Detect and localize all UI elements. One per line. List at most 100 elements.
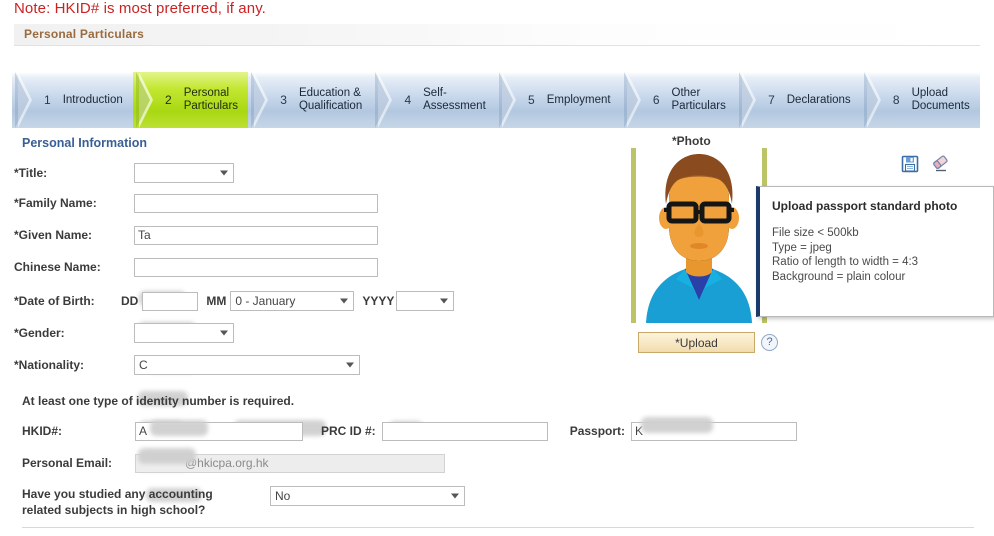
personal-email-value: @hkicpa.org.hk [185,455,269,470]
personal-information-heading: Personal Information [22,136,148,150]
personal-email-label: Personal Email: [22,456,113,470]
wizard-step-bar: 1 Introduction 2 Personal Particulars 3 … [12,72,980,128]
given-name-input[interactable]: Ta [134,225,378,245]
dob-month-value: 0 - January [235,294,296,308]
chevron-notch-icon [499,72,524,128]
wizard-step-7-declarations[interactable]: 7 Declarations [736,72,861,128]
chevron-down-icon [340,298,349,304]
accounting-subjects-value: No [275,489,291,503]
chevron-notch-icon [136,72,161,128]
dob-month-select[interactable]: 0 - January [230,291,355,311]
step-number: 4 [404,93,412,107]
field-row-nationality: *Nationality: C [14,354,360,376]
nationality-label: *Nationality: [14,358,85,372]
chevron-notch-icon [739,72,764,128]
personal-email-input: @hkicpa.org.hk [135,453,445,473]
chevron-down-icon [440,298,449,304]
gender-select[interactable] [134,323,234,343]
passport-value: K [635,423,644,438]
step-label: Introduction [62,93,123,106]
field-row-chinese-name: Chinese Name: [14,256,378,278]
step-label: Self- Assessment [423,87,486,112]
chevron-notch-icon [15,72,40,128]
step-label: Declarations [786,93,851,106]
hkid-value: A [139,423,148,438]
step-number: 3 [280,93,287,107]
wizard-step-1-introduction[interactable]: 1 Introduction [12,72,133,128]
photo-label: *Photo [672,134,711,148]
hkid-input[interactable]: A [135,421,303,441]
field-row-gender: *Gender: [14,322,234,344]
passport-label: Passport: [569,424,626,438]
chevron-notch-icon [375,72,400,128]
step-number: 2 [165,93,172,107]
field-row-given-name: *Given Name: Ta [14,224,378,246]
step-label: Education & Qualification [298,87,363,112]
chevron-notch-icon [623,72,649,128]
chevron-notch-icon [863,72,889,128]
chevron-down-icon [220,330,228,336]
dob-day-input[interactable] [142,291,199,311]
dd-prefix-label: DD [121,294,139,308]
step-number: 6 [652,93,660,107]
date-of-birth-label: *Date of Birth: [14,294,95,308]
yyyy-prefix-label: YYYY [362,294,395,308]
section-title-bar: Personal Particulars [14,24,980,46]
chinese-name-input[interactable] [134,257,378,277]
hkid-label: HKID#: [22,424,63,438]
bottom-divider [22,527,974,528]
wizard-step-6-other-particulars[interactable]: 6 Other Particulars [621,72,736,128]
identity-requirement-note: At least one type of identity number is … [22,394,295,408]
eraser-icon[interactable] [931,154,949,172]
dob-year-select[interactable] [396,291,455,311]
photo-requirements-tooltip: Upload passport standard photo File size… [756,186,994,317]
upload-photo-button[interactable]: *Upload [638,332,755,353]
step-label: Employment [546,93,611,106]
step-label: Personal Particulars [183,87,239,112]
step-number: 7 [768,93,775,107]
family-name-label: *Family Name: [14,196,97,210]
help-question-icon[interactable]: ? [761,334,778,351]
nationality-value: C [139,358,148,372]
mm-prefix-label: MM [206,294,227,308]
title-label: *Title: [14,166,48,180]
given-name-value: Ta [138,227,151,242]
avatar [631,148,767,323]
passport-photo-illustration [636,148,762,323]
wizard-step-2-personal-particulars[interactable]: 2 Personal Particulars [133,72,249,128]
step-label: Upload Documents [911,87,970,112]
field-row-personal-email: Personal Email: @hkicpa.org.hk [22,452,445,474]
save-floppy-icon[interactable] [901,155,919,173]
tooltip-line-ratio: Ratio of length to width = 4:3 [772,256,919,268]
step-number: 8 [892,93,900,107]
wizard-step-3-education-qualification[interactable]: 3 Education & Qualification [248,72,372,128]
family-name-input[interactable] [134,193,378,213]
tooltip-line-file-size: File size < 500kb [772,227,859,239]
gender-label: *Gender: [14,326,65,340]
step-number: 5 [528,93,535,107]
title-select[interactable] [134,163,234,183]
accounting-subjects-select[interactable]: No [270,486,465,506]
accounting-subjects-question-label: Have you studied any accounting related … [22,487,213,517]
prc-id-input[interactable] [381,421,548,441]
field-row-date-of-birth: *Date of Birth: DD MM 0 - January YYYY [14,290,455,312]
tooltip-line-background: Background = plain colour [772,270,906,283]
tooltip-title: Upload passport standard photo [772,199,958,213]
wizard-step-8-upload-documents[interactable]: 8 Upload Documents [861,72,980,128]
step-label: Other Particulars [671,87,726,112]
page-title: Personal Particulars [24,27,145,41]
passport-input[interactable]: K [631,421,798,441]
chinese-name-label: Chinese Name: [14,260,101,274]
tooltip-line-type: Type = jpeg [772,241,832,254]
wizard-step-5-employment[interactable]: 5 Employment [496,72,621,128]
hkid-preference-note: Note: HKID# is most preferred, if any. [14,0,266,17]
prc-id-label: PRC ID #: [321,424,376,438]
wizard-step-4-self-assessment[interactable]: 4 Self- Assessment [372,72,496,128]
nationality-select[interactable]: C [134,355,360,375]
chevron-down-icon [220,170,228,176]
chevron-down-icon [451,493,459,499]
chevron-down-icon [346,362,354,368]
chevron-notch-icon [251,72,276,128]
field-row-hkid: HKID#: A PRC ID #: Passport: K [22,420,798,442]
field-row-title: *Title: [14,162,234,184]
